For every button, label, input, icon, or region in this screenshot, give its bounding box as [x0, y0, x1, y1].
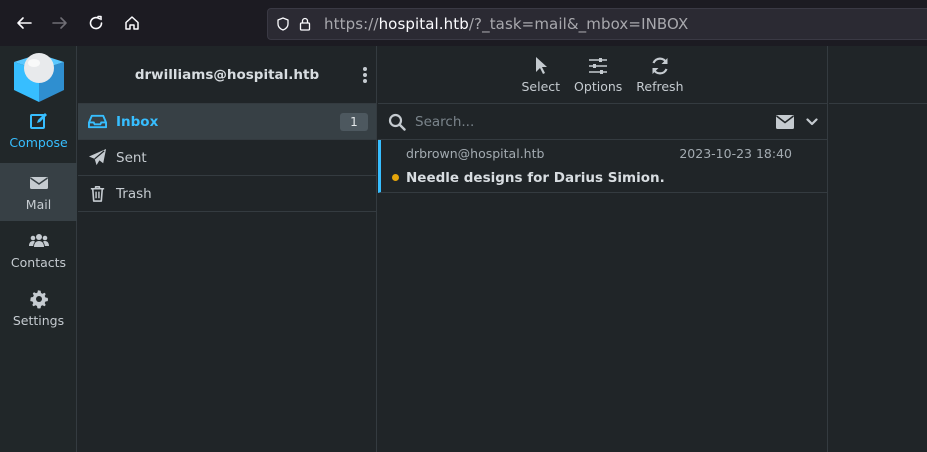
content-header: [829, 46, 927, 104]
refresh-label: Refresh: [636, 78, 684, 94]
search-bar: [378, 104, 827, 140]
options-button[interactable]: Options: [574, 56, 622, 94]
kebab-menu-icon[interactable]: [362, 66, 368, 84]
folder-panel: drwilliams@hospital.htb Inbox 1 Sent Tra…: [78, 46, 377, 452]
select-label: Select: [521, 78, 561, 94]
select-button[interactable]: Select: [521, 56, 560, 94]
nav-mail[interactable]: Mail: [0, 163, 77, 221]
home-button[interactable]: [114, 5, 150, 41]
left-nav: Compose Mail Contacts Settings: [0, 46, 77, 452]
folder-inbox[interactable]: Inbox 1: [78, 104, 376, 140]
message-date: 2023-10-23 18:40: [679, 146, 792, 161]
contacts-icon: [28, 233, 49, 247]
account-name: drwilliams@hospital.htb: [134, 66, 320, 83]
options-label: Options: [574, 78, 623, 94]
folder-inbox-label: Inbox: [116, 113, 159, 130]
url-bar[interactable]: https://hospital.htb/?_task=mail&_mbox=I…: [267, 8, 927, 40]
search-input[interactable]: [415, 113, 755, 130]
inbox-icon: [88, 114, 107, 129]
trash-icon: [90, 186, 105, 202]
url-scheme: https://: [324, 15, 379, 33]
nav-contacts[interactable]: Contacts: [0, 221, 77, 279]
shield-icon[interactable]: [276, 17, 290, 31]
cursor-icon: [535, 56, 547, 74]
gear-icon: [29, 289, 48, 308]
refresh-button[interactable]: Refresh: [636, 56, 684, 94]
home-icon: [125, 16, 139, 30]
nav-settings-label: Settings: [12, 312, 65, 328]
folder-header: drwilliams@hospital.htb: [78, 46, 376, 104]
message-row[interactable]: drbrown@hospital.htb 2023-10-23 18:40 Ne…: [378, 140, 827, 193]
unread-indicator[interactable]: [392, 174, 399, 181]
compose-icon: [29, 112, 47, 129]
nav-settings[interactable]: Settings: [0, 279, 77, 337]
chevron-down-icon[interactable]: [806, 117, 818, 127]
roundcube-logo[interactable]: [12, 50, 66, 104]
lock-icon[interactable]: [298, 17, 312, 31]
refresh-icon: [652, 57, 668, 74]
url-host: hospital.htb: [378, 15, 469, 33]
message-list-panel: Select Options Refresh drbrown@hospital.…: [378, 46, 828, 452]
nav-contacts-label: Contacts: [10, 254, 67, 270]
unread-count-badge: 1: [340, 113, 368, 131]
reload-button[interactable]: [78, 5, 114, 41]
envelope-icon[interactable]: [776, 115, 794, 129]
mail-icon: [29, 176, 48, 189]
nav-mail-label: Mail: [25, 196, 52, 212]
url-text[interactable]: https://hospital.htb/?_task=mail&_mbox=I…: [324, 15, 688, 33]
nav-compose-label: Compose: [9, 134, 68, 150]
message-subject: Needle designs for Darius Simion.: [406, 170, 665, 186]
folder-sent-label: Sent: [116, 149, 147, 166]
search-icon[interactable]: [388, 113, 406, 131]
nav-compose[interactable]: Compose: [0, 101, 77, 159]
arrow-right-icon: [52, 17, 67, 29]
back-button[interactable]: [6, 5, 42, 41]
sliders-icon: [589, 57, 608, 74]
reload-icon: [89, 15, 103, 30]
message-from: drbrown@hospital.htb: [406, 146, 545, 161]
list-toolbar: Select Options Refresh: [378, 46, 827, 104]
folder-trash-label: Trash: [116, 185, 152, 202]
arrow-left-icon: [17, 17, 32, 29]
sent-icon: [88, 148, 107, 166]
url-path: /?_task=mail&_mbox=INBOX: [468, 15, 689, 33]
message-content-panel: [829, 46, 927, 452]
forward-button[interactable]: [42, 5, 78, 41]
browser-toolbar: https://hospital.htb/?_task=mail&_mbox=I…: [0, 0, 927, 46]
folder-sent[interactable]: Sent: [78, 140, 376, 176]
folder-trash[interactable]: Trash: [78, 176, 376, 212]
